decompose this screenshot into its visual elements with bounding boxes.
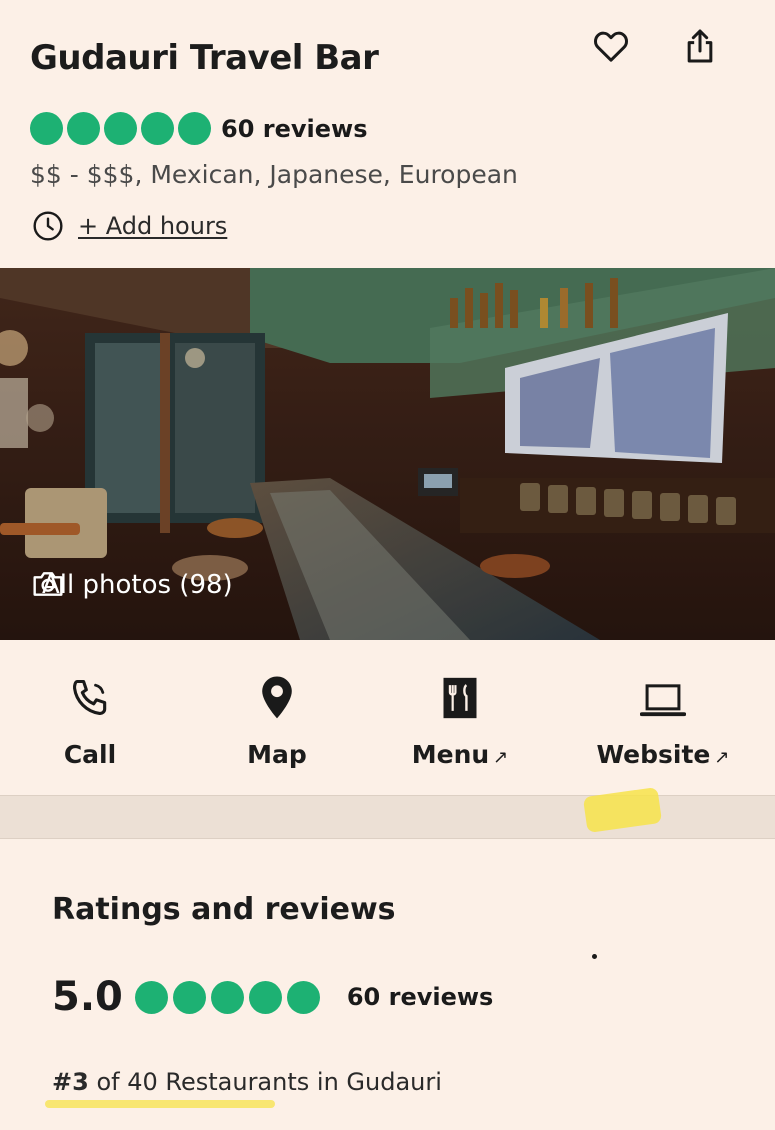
rating-bubbles-large (134, 980, 325, 1014)
rating-bubble (172, 980, 206, 1014)
map-button[interactable]: Map (192, 672, 362, 769)
external-link-icon: ↗ (714, 747, 730, 768)
share-icon (687, 29, 713, 63)
map-label: Map (247, 740, 307, 769)
rating-bubble (178, 112, 211, 145)
website-label: Website ↗ (596, 740, 730, 769)
all-photos-button[interactable]: All photos (98) (32, 570, 233, 600)
menu-icon (443, 677, 477, 719)
rating-bubble (248, 980, 282, 1014)
phone-icon (72, 679, 107, 715)
ratings-heading: Ratings and reviews (52, 892, 396, 927)
clock-icon (33, 211, 63, 241)
menu-button[interactable]: Menu ↗ (375, 672, 545, 769)
rating-bubble (30, 112, 63, 145)
rating-summary[interactable]: 60 reviews (30, 112, 367, 145)
reviews-count[interactable]: 60 reviews (347, 983, 493, 1011)
rank-text: of 40 Restaurants in Gudauri (88, 1068, 442, 1096)
rating-bubble (134, 980, 168, 1014)
share-button[interactable] (678, 24, 722, 68)
save-button[interactable] (589, 24, 633, 68)
action-bar: Call Map Menu ↗ Website ↗ (0, 640, 775, 795)
rating-bubble (104, 112, 137, 145)
camera-icon (33, 572, 63, 596)
review-count-link[interactable]: 60 reviews (221, 115, 367, 143)
overall-score: 5.0 (52, 974, 123, 1020)
menu-label: Menu ↗ (411, 740, 509, 769)
score-row: 5.0 60 reviews (52, 974, 493, 1020)
stray-dot (592, 954, 597, 959)
call-button[interactable]: Call (5, 672, 175, 769)
heart-icon (594, 31, 628, 62)
hero-photo[interactable]: All photos (98) (0, 268, 775, 640)
call-label: Call (63, 740, 117, 769)
website-button[interactable]: Website ↗ (578, 672, 748, 769)
external-link-icon: ↗ (493, 747, 509, 768)
add-hours-link[interactable]: + Add hours (78, 212, 227, 240)
highlighter-underline (45, 1100, 275, 1108)
all-photos-label: All photos (98) (42, 570, 233, 600)
page-title: Gudauri Travel Bar (30, 38, 379, 78)
rating-bubble (67, 112, 100, 145)
ratings-section: Ratings and reviews 5.0 60 reviews #3 of… (0, 840, 775, 1130)
price-cuisine: $$ - $$$, Mexican, Japanese, European (30, 160, 518, 189)
rating-bubble (286, 980, 320, 1014)
ranking-link[interactable]: #3 of 40 Restaurants in Gudauri (52, 1068, 442, 1096)
laptop-icon (640, 684, 686, 717)
rating-bubble (141, 112, 174, 145)
map-pin-icon (262, 676, 292, 719)
rating-bubbles (30, 112, 215, 145)
rank-number: #3 (52, 1068, 89, 1096)
rating-bubble (210, 980, 244, 1014)
listing-header: Gudauri Travel Bar 60 reviews $$ - $$$, … (0, 0, 775, 268)
hours-row: + Add hours (32, 210, 227, 242)
